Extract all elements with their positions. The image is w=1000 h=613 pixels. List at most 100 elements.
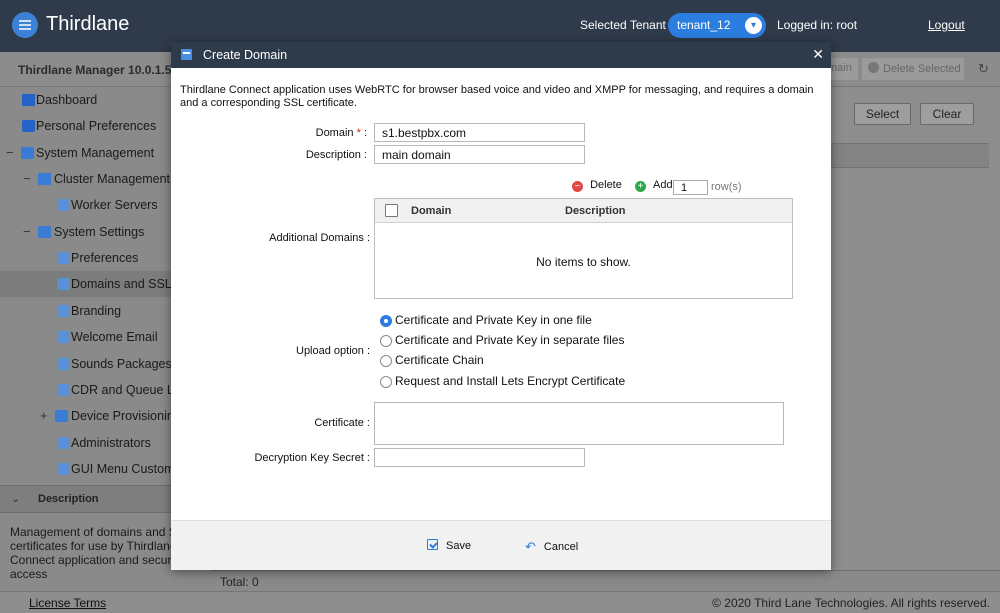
sidebar-item-label: Personal Preferences: [36, 119, 157, 133]
close-icon[interactable]: ✕: [812, 46, 824, 63]
preferences-icon: [22, 120, 35, 132]
sidebar-item-label: Administrators: [71, 436, 151, 450]
cancel-label: Cancel: [543, 541, 579, 553]
folder-icon: [55, 410, 68, 422]
window-icon: [181, 49, 192, 60]
dashboard-icon: [22, 94, 35, 106]
logged-in-user: Logged in: root: [777, 18, 858, 32]
grid-tools: − Delete + Add: [572, 179, 673, 192]
select-all-checkbox[interactable]: [385, 204, 398, 217]
document-icon: [57, 384, 70, 396]
collapse-toggle[interactable]: −: [23, 219, 31, 245]
clear-button[interactable]: Clear: [920, 103, 974, 125]
document-icon: [57, 463, 70, 475]
tenant-label: Selected Tenant :: [580, 18, 673, 32]
expand-toggle[interactable]: +: [40, 403, 48, 429]
add-domain-button[interactable]: main: [828, 58, 858, 80]
save-label: Save: [446, 540, 472, 552]
sidebar-item-label: Branding: [71, 304, 122, 318]
radio-label: Certificate and Private Key in separate …: [395, 333, 625, 347]
column-description[interactable]: Description: [565, 205, 626, 217]
footer: License Terms © 2020 Third Lane Technolo…: [0, 591, 1000, 613]
column-domain[interactable]: Domain: [411, 205, 451, 217]
description-input[interactable]: [374, 145, 585, 164]
radio-label: Certificate Chain: [395, 353, 484, 367]
logout-link[interactable]: Logout: [928, 18, 965, 32]
domain-input[interactable]: [374, 123, 585, 142]
description-label: Description :: [305, 149, 367, 161]
empty-grid-message: No items to show.: [536, 255, 631, 269]
delete-selected-label: Delete Selected: [883, 63, 961, 75]
folder-icon: [21, 147, 34, 159]
document-icon: [57, 278, 70, 290]
minus-circle-icon: −: [572, 181, 583, 192]
tenant-select[interactable]: tenant_12 ▾: [668, 13, 766, 38]
minus-circle-icon: [868, 62, 879, 73]
delete-selected-button[interactable]: Delete Selected: [862, 58, 964, 80]
document-icon: [57, 331, 70, 343]
folder-icon: [38, 173, 51, 185]
select-button[interactable]: Select: [854, 103, 911, 125]
collapse-toggle[interactable]: −: [6, 140, 14, 166]
document-icon: [57, 437, 70, 449]
radio-label: Certificate and Private Key in one file: [395, 313, 592, 327]
sidebar-item-label: Sounds Packages: [71, 357, 172, 371]
sidebar-item-label: Device Provisioning: [71, 409, 181, 423]
total-count: Total: 0: [220, 575, 259, 589]
required-marker: *: [356, 127, 361, 139]
sidebar-item-label: Cluster Management: [54, 172, 171, 186]
radio-button-selected[interactable]: [380, 315, 392, 327]
add-row-button[interactable]: + Add: [634, 179, 673, 192]
radio-button[interactable]: [380, 355, 392, 367]
domain-label: Domain * :: [171, 127, 367, 139]
dialog-title: Create Domain: [203, 48, 288, 62]
upload-option-label: Upload option :: [296, 345, 370, 357]
add-row-label: Add: [652, 179, 673, 191]
decryption-key-input[interactable]: [374, 448, 585, 467]
save-button[interactable]: Save: [427, 539, 471, 552]
document-icon: [57, 199, 70, 211]
delete-row-button[interactable]: − Delete: [572, 179, 625, 192]
certificate-textarea[interactable]: [374, 402, 784, 445]
document-icon: [57, 252, 70, 264]
additional-domains-label: Additional Domains :: [269, 232, 370, 244]
sidebar-item-label: GUI Menu Customiz: [71, 462, 184, 476]
chevron-down-icon: ▾: [745, 17, 762, 34]
copyright-text: © 2020 Third Lane Technologies. All righ…: [712, 596, 990, 610]
rows-count-input[interactable]: [673, 180, 708, 195]
undo-icon: ↶: [525, 539, 536, 554]
sidebar-item-label: System Settings: [54, 225, 145, 239]
domain-label-text: Domain: [315, 127, 354, 139]
delete-row-label: Delete: [590, 179, 622, 191]
license-terms-link[interactable]: License Terms: [29, 596, 106, 610]
total-bar: Total: 0: [211, 570, 1000, 591]
sidebar-item-label: System Management: [36, 146, 155, 160]
folder-icon: [38, 226, 51, 238]
sidebar-item-label: Domains and SSL: [71, 277, 172, 291]
cancel-button[interactable]: ↶ Cancel: [525, 539, 578, 555]
rows-label: row(s): [711, 181, 742, 193]
app-title: Thirdlane: [46, 13, 130, 35]
sidebar-item-label: Worker Servers: [71, 198, 158, 212]
collapse-toggle[interactable]: −: [23, 166, 31, 192]
additional-domains-grid: Domain Description No items to show.: [374, 198, 793, 299]
decryption-key-label: Decryption Key Secret :: [254, 452, 370, 464]
thirdlane-logo-icon: [12, 12, 38, 38]
document-icon: [57, 358, 70, 370]
dialog-footer: Save ↶ Cancel: [171, 520, 831, 570]
manager-title: Thirdlane Manager 10.0.1.55: [18, 63, 179, 77]
plus-circle-icon: +: [634, 181, 646, 192]
domain-label-colon: :: [363, 127, 367, 139]
sidebar-item-label: Dashboard: [36, 93, 98, 107]
tenant-value: tenant_12: [677, 18, 731, 32]
description-title: Description: [38, 493, 99, 505]
radio-button[interactable]: [380, 335, 392, 347]
radio-label: Request and Install Lets Encrypt Certifi…: [395, 374, 626, 388]
chevron-down-icon[interactable]: ⌄: [11, 492, 20, 505]
dialog-intro: Thirdlane Connect application uses WebRT…: [180, 84, 814, 109]
create-domain-dialog: Create Domain ✕ Thirdlane Connect applic…: [171, 42, 831, 570]
save-icon: [427, 539, 438, 550]
refresh-icon[interactable]: ↻: [978, 61, 989, 77]
radio-button[interactable]: [380, 376, 392, 388]
grid-header: [829, 143, 989, 168]
